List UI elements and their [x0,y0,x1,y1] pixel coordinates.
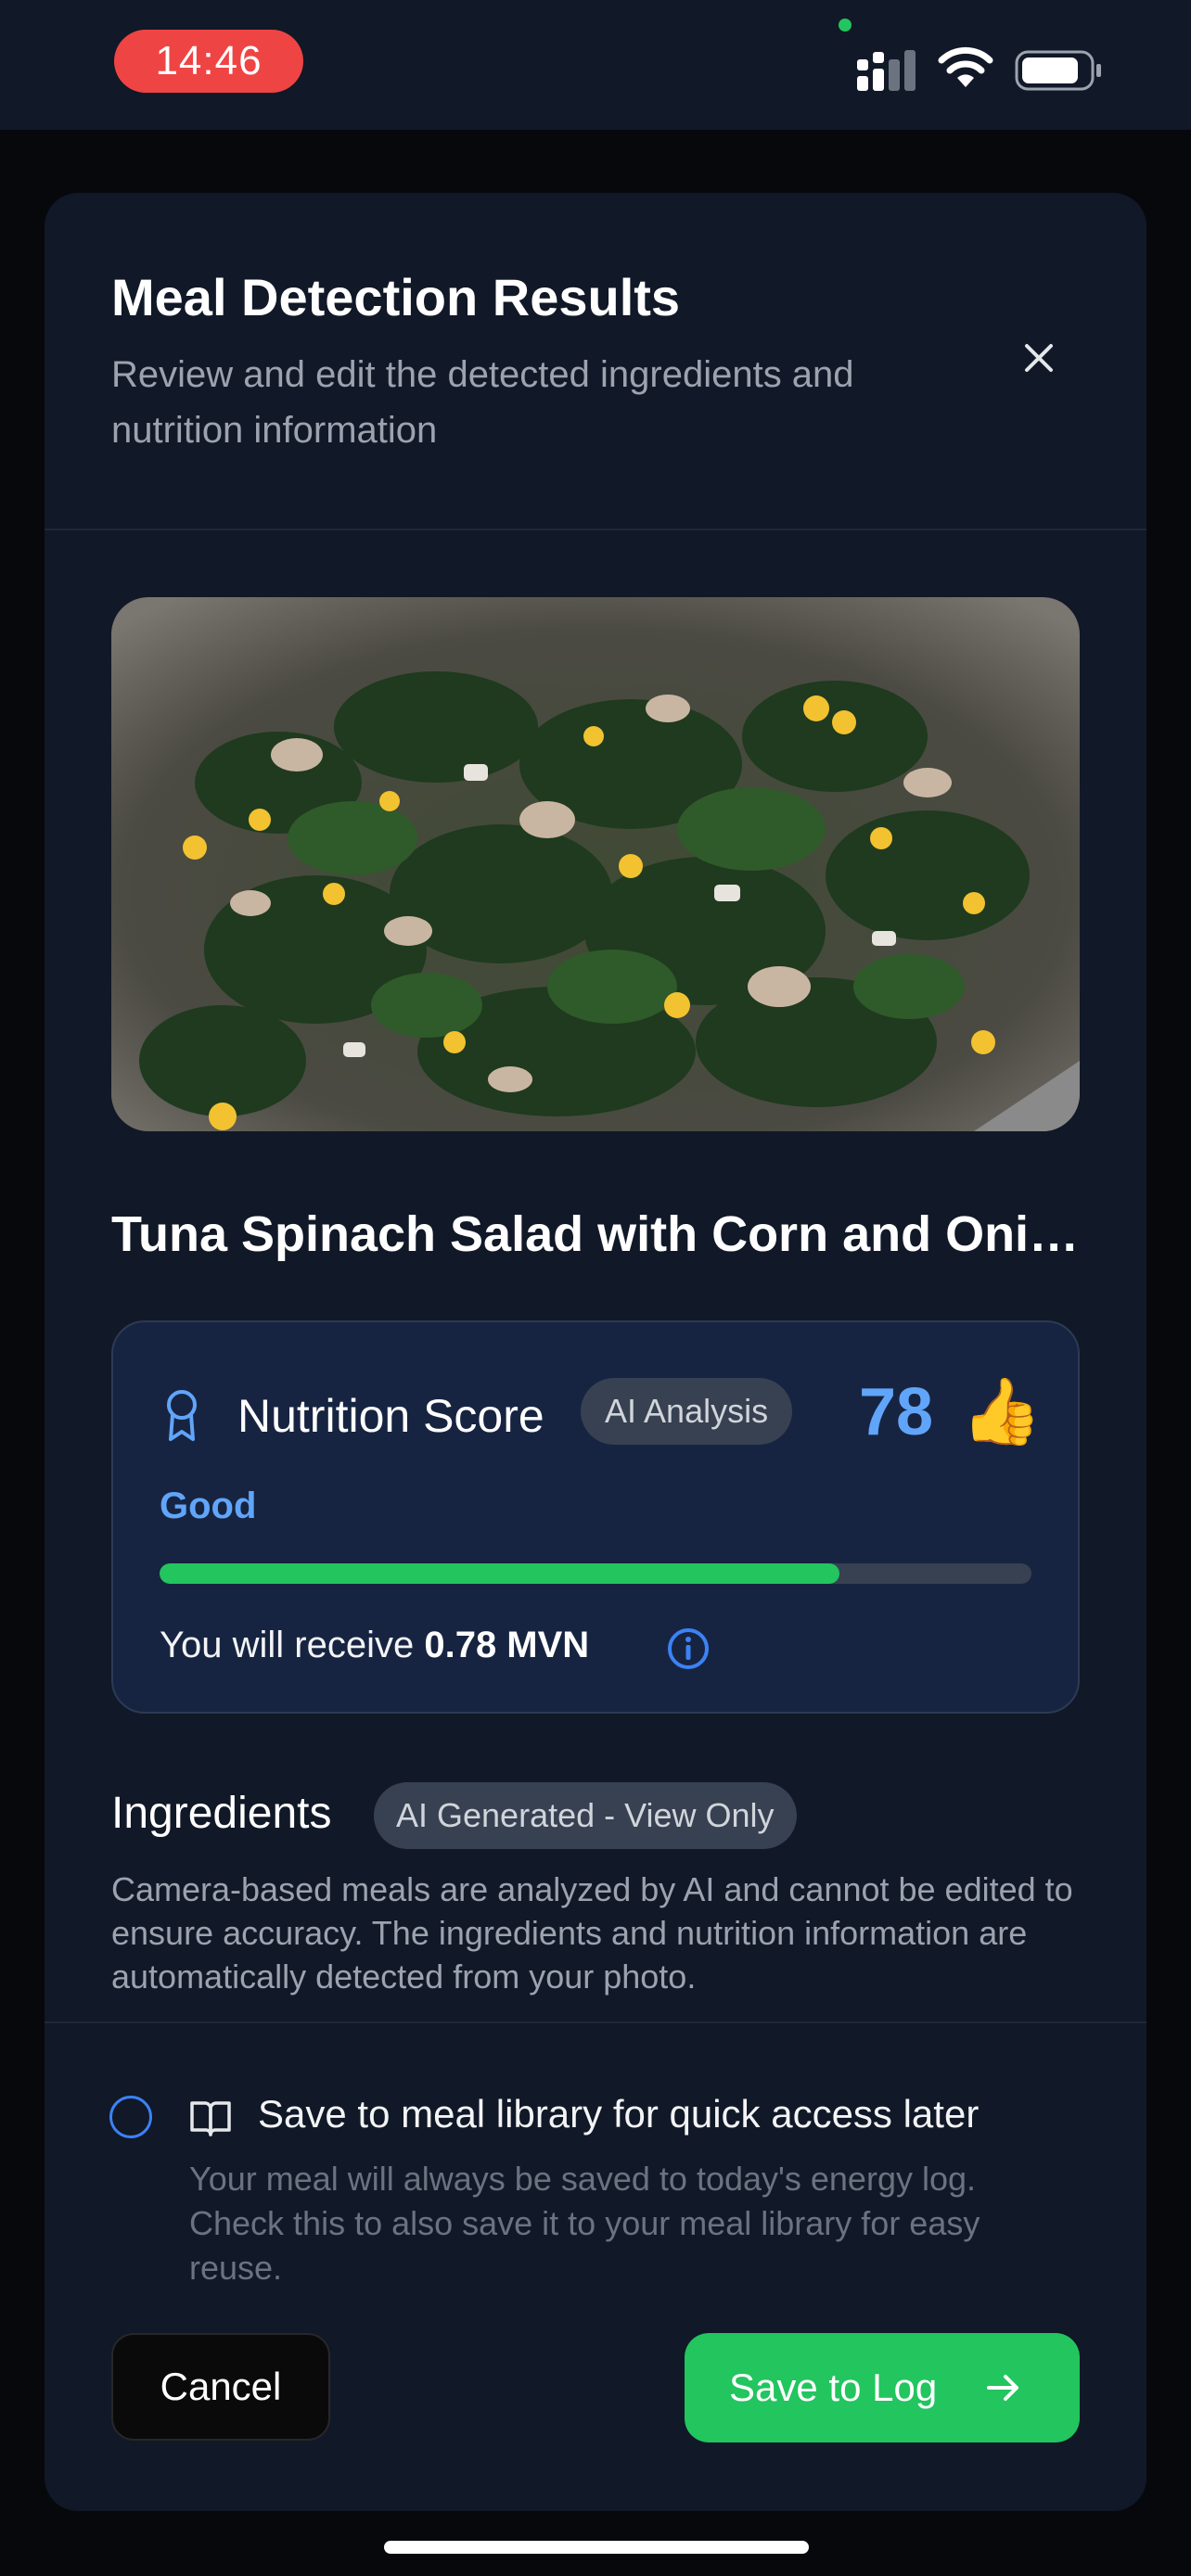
modal-title: Meal Detection Results [111,268,681,326]
modal-subtitle: Review and edit the detected ingredients… [111,354,854,451]
award-icon [167,1390,197,1441]
meal-photo [111,597,1080,1131]
home-indicator[interactable] [384,2541,809,2554]
nutrition-progress-fill [160,1563,840,1584]
save-to-log-label: Save to Log [729,2366,938,2409]
info-icon[interactable] [666,1626,711,1671]
footer-divider [45,2021,1146,2023]
nutrition-score-value: 78 [859,1375,934,1449]
arrow-right-icon [987,2375,1018,2401]
close-icon [1025,344,1053,372]
save-to-library-description: Your meal will always be saved to today'… [189,2160,980,2287]
save-to-library-checkbox[interactable] [109,2096,152,2138]
meal-detection-modal: Meal Detection Results Review and edit t… [45,193,1146,2511]
privacy-indicator-dot [839,19,852,32]
nutrition-rating: Good [160,1486,257,1526]
nutrition-progress-bar [160,1563,1031,1584]
save-to-log-button[interactable]: Save to Log [685,2333,1080,2442]
meal-name: Tuna Spinach Salad with Corn and Onion [111,1206,1080,1262]
ingredients-description: Camera-based meals are analyzed by AI an… [111,1870,1073,1996]
cancel-button[interactable]: Cancel [111,2333,330,2441]
reward-prefix: You will receive [160,1625,425,1665]
status-bar: 14:46 [0,0,1191,130]
book-icon [190,2101,231,2136]
ingredients-title: Ingredients [111,1789,332,1838]
save-to-library-label[interactable]: Save to meal library for quick access la… [258,2092,979,2136]
header-divider [45,529,1146,530]
status-time[interactable]: 14:46 [114,30,303,93]
nutrition-score-card: Nutrition Score AI Analysis 78 👍 Good Yo… [111,1320,1080,1714]
thumbs-up-icon: 👍 [961,1375,1043,1447]
cellular-signal-icon [857,50,916,91]
ai-generated-badge: AI Generated - View Only [374,1782,797,1849]
battery-icon [1015,50,1101,91]
wifi-icon [938,46,993,87]
ai-analysis-badge: AI Analysis [581,1378,793,1445]
reward-amount: 0.78 MVN [424,1625,590,1665]
salad-image [111,597,1080,1131]
reward-text: You will receive 0.78 MVN [160,1625,589,1666]
close-button[interactable] [1009,328,1069,388]
nutrition-score-label: Nutrition Score [237,1390,544,1442]
